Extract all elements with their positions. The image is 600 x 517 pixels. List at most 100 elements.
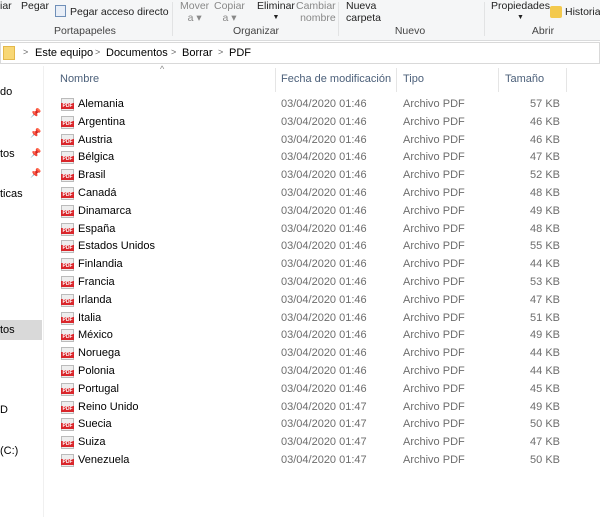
file-row[interactable]: Bélgica 03/04/2020 01:46 Archivo PDF 47 … — [56, 149, 566, 166]
breadcrumb-este-equipo[interactable]: Este equipo — [35, 47, 93, 59]
copy-button[interactable]: iar — [0, 0, 12, 12]
file-type: Archivo PDF — [403, 222, 465, 235]
chevron-down-icon: ▼ — [272, 14, 280, 21]
file-name: Suecia — [78, 418, 112, 431]
paste-shortcut-button[interactable]: Pegar acceso directo — [70, 6, 169, 18]
file-size: 46 KB — [530, 115, 560, 128]
address-bar[interactable]: > Este equipo > Documentos > Borrar > PD… — [0, 42, 600, 64]
chevron-right-icon: > — [95, 47, 101, 57]
file-row[interactable]: Francia 03/04/2020 01:46 Archivo PDF 53 … — [56, 274, 566, 291]
sort-ascending-icon: ^ — [160, 64, 165, 74]
file-size: 45 KB — [530, 382, 560, 395]
rename-label: Cambiar — [296, 0, 336, 12]
pdf-file-icon — [61, 365, 74, 378]
chevron-right-icon: > — [218, 47, 224, 57]
file-name: Dinamarca — [78, 204, 132, 217]
file-date: 03/04/2020 01:46 — [281, 276, 367, 288]
file-row[interactable]: Irlanda 03/04/2020 01:46 Archivo PDF 47 … — [56, 292, 566, 309]
file-type: Archivo PDF — [403, 329, 465, 342]
file-row[interactable]: Reino Unido 03/04/2020 01:47 Archivo PDF… — [56, 399, 566, 416]
file-type: Archivo PDF — [403, 151, 465, 164]
pdf-file-icon — [61, 293, 74, 307]
file-row[interactable]: Polonia 03/04/2020 01:46 Archivo PDF 44 … — [56, 363, 566, 380]
file-name: Italia — [78, 311, 102, 324]
properties-label: Propiedades — [491, 0, 550, 12]
file-type: Archivo PDF — [403, 187, 465, 199]
breadcrumb-borrar[interactable]: Borrar — [182, 47, 213, 59]
breadcrumb-documentos[interactable]: Documentos — [106, 47, 168, 59]
file-name: Irlanda — [78, 293, 112, 306]
nav-item[interactable]: ticas — [0, 188, 23, 200]
delete-button[interactable]: Eliminar ▼ — [257, 0, 295, 24]
file-date: 03/04/2020 01:46 — [281, 258, 367, 271]
file-row[interactable]: Portugal 03/04/2020 01:46 Archivo PDF 45… — [56, 381, 566, 398]
file-type: Archivo PDF — [403, 258, 465, 271]
nav-item[interactable]: do — [0, 86, 12, 98]
pdf-file-icon — [61, 133, 74, 147]
file-row[interactable]: Argentina 03/04/2020 01:46 Archivo PDF 4… — [56, 114, 566, 131]
pdf-file-icon — [61, 311, 74, 325]
properties-button[interactable]: Propiedades ▼ — [491, 0, 550, 24]
group-organize: Organizar — [232, 25, 280, 37]
file-date: 03/04/2020 01:47 — [281, 400, 367, 413]
file-size: 44 KB — [530, 258, 560, 271]
breadcrumb-pdf[interactable]: PDF — [229, 47, 251, 59]
file-row[interactable]: Brasil 03/04/2020 01:46 Archivo PDF 52 K… — [56, 167, 566, 184]
history-icon — [550, 6, 562, 18]
nav-item[interactable]: D — [0, 404, 8, 416]
file-type: Archivo PDF — [403, 382, 465, 395]
file-row[interactable]: Estados Unidos 03/04/2020 01:46 Archivo … — [56, 238, 566, 255]
file-row[interactable]: España 03/04/2020 01:46 Archivo PDF 48 K… — [56, 221, 566, 238]
file-row[interactable]: Venezuela 03/04/2020 01:47 Archivo PDF 5… — [56, 452, 566, 469]
file-row[interactable]: Finlandia 03/04/2020 01:46 Archivo PDF 4… — [56, 256, 566, 273]
nav-item-selected[interactable]: tos — [0, 320, 42, 340]
nav-item[interactable]: (C:) — [0, 445, 18, 457]
file-row[interactable]: Suiza 03/04/2020 01:47 Archivo PDF 47 KB — [56, 434, 566, 451]
pdf-file-icon — [61, 418, 74, 432]
file-date: 03/04/2020 01:46 — [281, 293, 367, 306]
file-size: 46 KB — [530, 133, 560, 146]
nav-item[interactable]: tos — [0, 148, 15, 160]
file-date: 03/04/2020 01:46 — [281, 187, 367, 199]
file-size: 48 KB — [530, 187, 560, 199]
ribbon: iar Pegar Pegar acceso directo Portapape… — [0, 0, 600, 41]
file-size: 55 KB — [530, 240, 560, 253]
file-row[interactable]: Austria 03/04/2020 01:46 Archivo PDF 46 … — [56, 132, 566, 149]
folder-icon — [3, 46, 15, 60]
pdf-file-icon — [61, 151, 74, 165]
history-button[interactable]: Historia — [565, 6, 600, 18]
delete-label: Eliminar — [257, 0, 295, 12]
column-header-name[interactable]: Nombre — [60, 73, 99, 85]
new-folder-button[interactable]: Nueva carpeta — [346, 0, 381, 24]
file-row[interactable]: Dinamarca 03/04/2020 01:46 Archivo PDF 4… — [56, 203, 566, 220]
pdf-file-icon — [61, 169, 74, 183]
file-row[interactable]: México 03/04/2020 01:46 Archivo PDF 49 K… — [56, 327, 566, 344]
pdf-file-icon — [61, 258, 74, 272]
file-size: 47 KB — [530, 151, 560, 164]
rename-button[interactable]: Cambiar nombre — [296, 0, 336, 24]
file-name: Venezuela — [78, 454, 130, 466]
move-to-button[interactable]: Mover a ▾ — [180, 0, 209, 24]
column-header-size[interactable]: Tamaño — [505, 73, 544, 85]
paste-button[interactable]: Pegar — [21, 0, 49, 12]
file-row[interactable]: Suecia 03/04/2020 01:47 Archivo PDF 50 K… — [56, 416, 566, 433]
file-name: Polonia — [78, 365, 115, 377]
file-date: 03/04/2020 01:46 — [281, 169, 367, 182]
copy-to-button[interactable]: Copiar a ▾ — [214, 0, 245, 24]
file-row[interactable]: Alemania 03/04/2020 01:46 Archivo PDF 57… — [56, 96, 566, 113]
column-header-type[interactable]: Tipo — [403, 73, 424, 85]
column-header-date[interactable]: Fecha de modificación — [281, 73, 391, 85]
file-type: Archivo PDF — [403, 418, 465, 431]
file-size: 53 KB — [530, 276, 560, 288]
file-name: Reino Unido — [78, 400, 139, 413]
new-folder-label-2: carpeta — [346, 12, 382, 24]
file-date: 03/04/2020 01:46 — [281, 204, 367, 217]
file-row[interactable]: Canadá 03/04/2020 01:46 Archivo PDF 48 K… — [56, 185, 566, 202]
file-type: Archivo PDF — [403, 115, 465, 128]
file-date: 03/04/2020 01:46 — [281, 329, 367, 342]
copy-to-label: Copiar — [214, 0, 245, 12]
file-size: 44 KB — [530, 365, 560, 377]
file-row[interactable]: Italia 03/04/2020 01:46 Archivo PDF 51 K… — [56, 310, 566, 327]
file-row[interactable]: Noruega 03/04/2020 01:46 Archivo PDF 44 … — [56, 345, 566, 362]
file-size: 48 KB — [530, 222, 560, 235]
